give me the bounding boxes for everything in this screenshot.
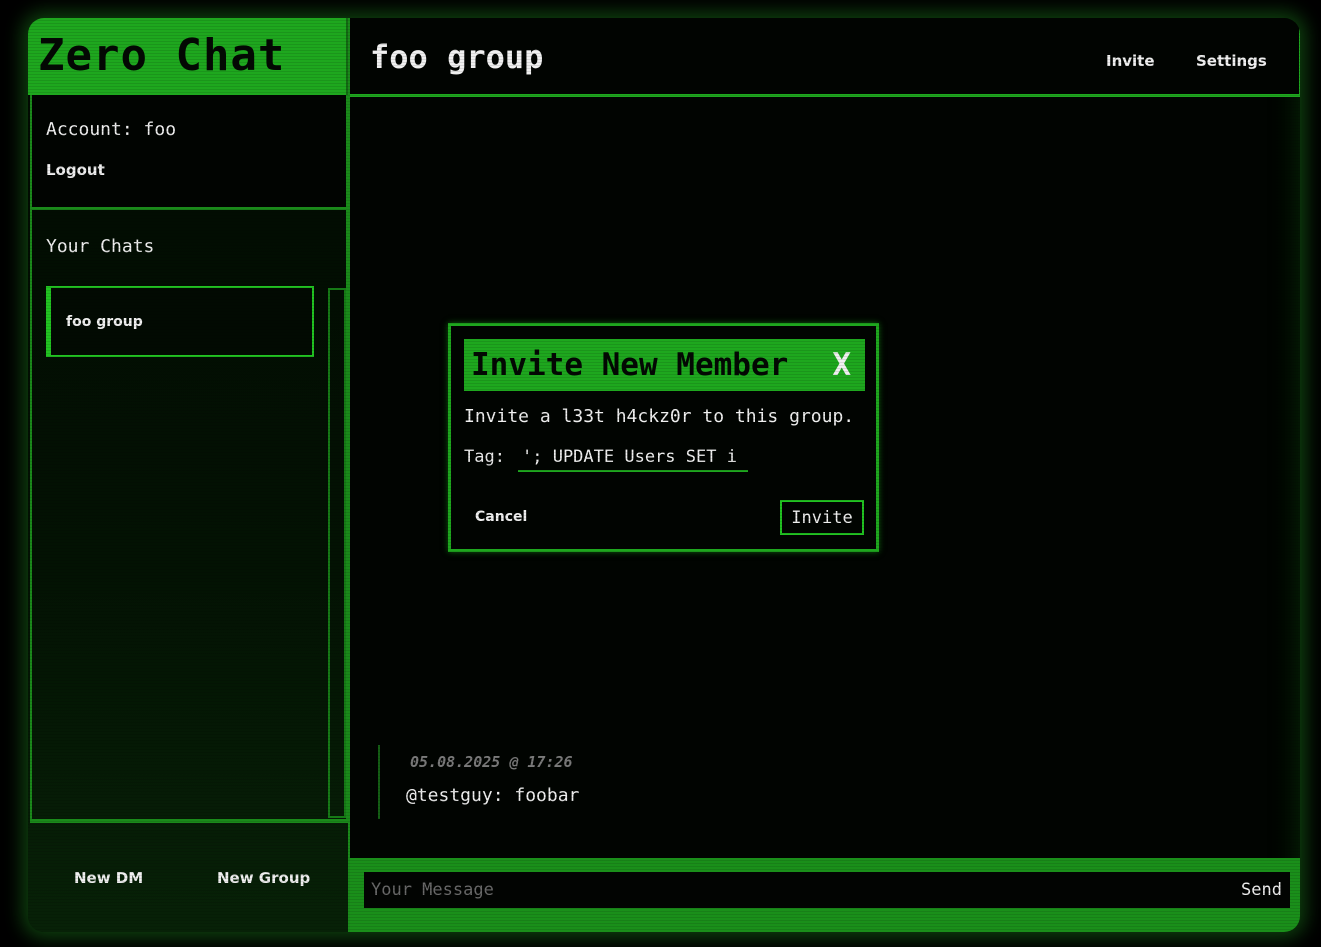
chats-title: Your Chats bbox=[46, 236, 155, 257]
message-text: @testguy: foobar bbox=[406, 785, 580, 806]
modal-title: Invite New Member bbox=[471, 347, 789, 383]
sidebar: Zero Chat Account: foo Logout Your Chats… bbox=[28, 18, 348, 932]
chat-list-scrollbar[interactable] bbox=[328, 288, 346, 818]
new-dm-button[interactable]: New DM bbox=[74, 869, 143, 887]
message-composer: Send bbox=[350, 858, 1300, 932]
chat-title: foo group bbox=[370, 38, 544, 76]
app-logo: Zero Chat bbox=[28, 18, 348, 95]
new-group-button[interactable]: New Group bbox=[217, 869, 310, 887]
message-input[interactable] bbox=[364, 872, 1224, 908]
chat-list-item-label: foo group bbox=[66, 314, 143, 330]
account-label: Account: foo bbox=[46, 119, 177, 140]
app-title: Zero Chat bbox=[38, 30, 286, 81]
cancel-button[interactable]: Cancel bbox=[475, 509, 527, 525]
chats-panel: Your Chats foo group bbox=[30, 209, 348, 821]
modal-close-button[interactable]: X bbox=[832, 347, 851, 383]
composer-field-wrap: Send bbox=[364, 872, 1290, 908]
sidebar-actions: New DM New Group bbox=[30, 821, 348, 932]
invite-nav-button[interactable]: Invite bbox=[1106, 52, 1155, 70]
message-item: 05.08.2025 @ 17:26 @testguy: foobar bbox=[378, 745, 778, 819]
chat-list-item[interactable]: foo group bbox=[46, 286, 314, 357]
tag-input[interactable] bbox=[518, 444, 748, 472]
chat-header: foo group Invite Settings bbox=[350, 18, 1300, 97]
message-timestamp: 05.08.2025 @ 17:26 bbox=[410, 753, 573, 771]
invite-submit-button[interactable]: Invite bbox=[780, 500, 864, 535]
app-window: Zero Chat Account: foo Logout Your Chats… bbox=[28, 18, 1300, 932]
modal-description: Invite a l33t h4ckz0r to this group. bbox=[464, 406, 855, 427]
invite-modal: Invite New Member X Invite a l33t h4ckz0… bbox=[448, 323, 879, 552]
account-panel: Account: foo Logout bbox=[30, 95, 348, 209]
tag-label: Tag: bbox=[464, 447, 505, 467]
modal-header: Invite New Member X bbox=[464, 339, 865, 391]
send-button[interactable]: Send bbox=[1241, 880, 1282, 900]
settings-nav-button[interactable]: Settings bbox=[1196, 52, 1267, 70]
logout-button[interactable]: Logout bbox=[46, 161, 105, 179]
